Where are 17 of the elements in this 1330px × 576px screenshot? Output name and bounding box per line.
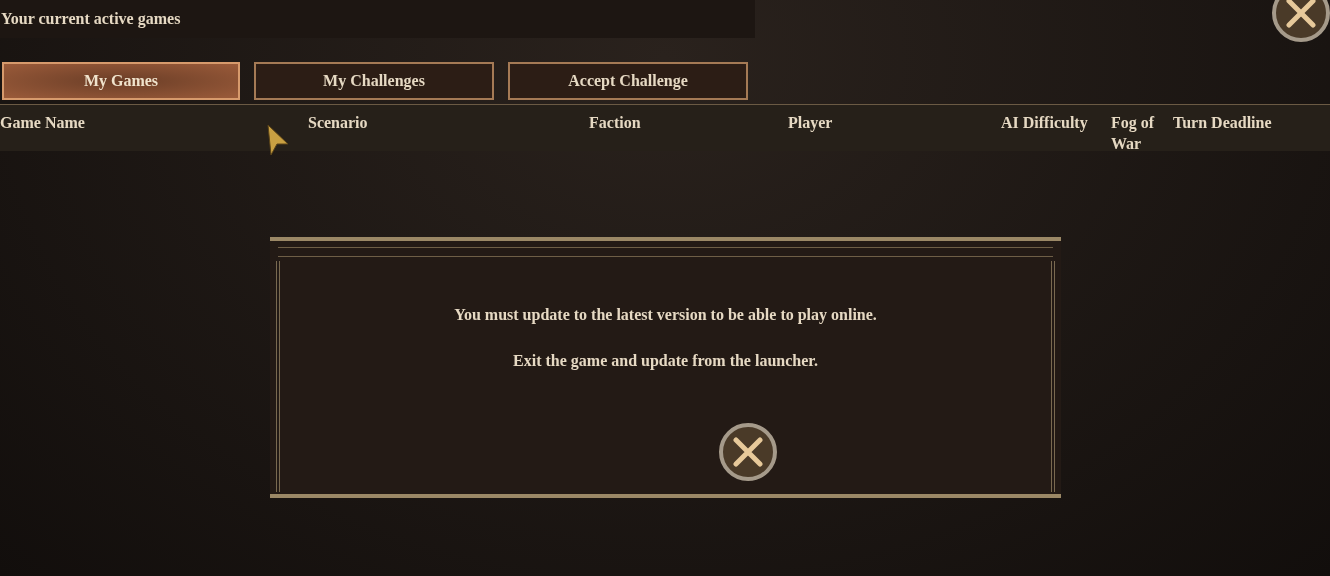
column-header: Player [788, 113, 834, 133]
dialog-message: Exit the game and update from the launcher. [513, 351, 818, 372]
header-title: Your current active games [0, 9, 181, 30]
tab[interactable]: My Games [2, 62, 240, 100]
column-header: Game Name [0, 113, 86, 133]
close-icon [732, 437, 763, 467]
column-header: Turn Deadline [1173, 113, 1273, 133]
column-header: Fog of War [1111, 113, 1156, 154]
cursor-icon [267, 124, 289, 156]
tab[interactable]: Accept Challenge [508, 62, 748, 100]
tab[interactable]: My Challenges [254, 62, 494, 100]
close-button[interactable] [718, 423, 777, 481]
column-header: Scenario [308, 113, 369, 133]
column-header: AI Difficulty [1001, 113, 1089, 133]
column-header: Faction [589, 113, 642, 133]
dialog-message: You must update to the latest version to be able to play online. [454, 305, 877, 326]
close-icon [1286, 0, 1316, 28]
